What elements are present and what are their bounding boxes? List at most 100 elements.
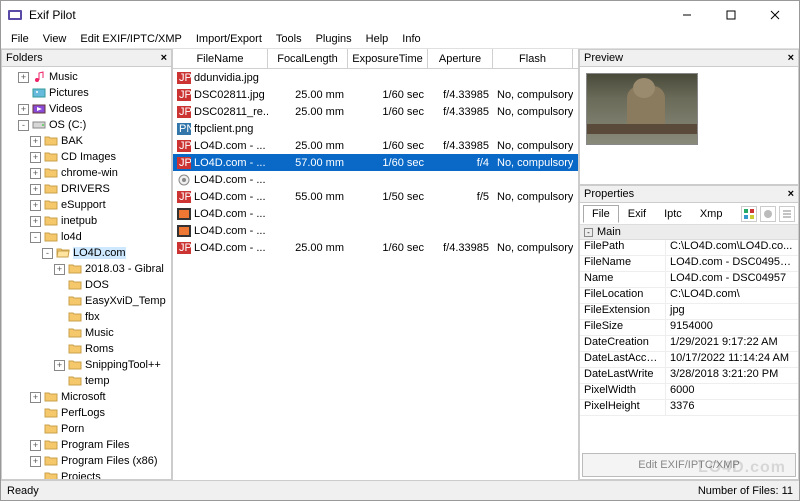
preview-close-icon[interactable]: ×: [788, 52, 794, 64]
tree-toggle-icon[interactable]: +: [30, 216, 41, 227]
tree-toggle-icon[interactable]: -: [30, 232, 41, 243]
properties-close-icon[interactable]: ×: [788, 188, 794, 200]
tree-node[interactable]: DOS: [2, 277, 171, 293]
tree-node[interactable]: Roms: [2, 341, 171, 357]
tree-label: CD Images: [61, 151, 116, 163]
tree-node[interactable]: +chrome-win: [2, 165, 171, 181]
menu-edit-exif[interactable]: Edit EXIF/IPTC/XMP: [74, 31, 187, 47]
tree-node[interactable]: Music: [2, 325, 171, 341]
tree-toggle-icon[interactable]: +: [54, 264, 65, 275]
menu-help[interactable]: Help: [360, 31, 395, 47]
tree-node[interactable]: EasyXviD_Temp: [2, 293, 171, 309]
file-row[interactable]: JPGDSC02811_re...25.00 mm1/60 secf/4.339…: [173, 103, 578, 120]
property-row[interactable]: DateLastAccess10/17/2022 11:14:24 AM: [580, 352, 798, 368]
menu-view[interactable]: View: [37, 31, 73, 47]
folders-close-icon[interactable]: ×: [161, 52, 167, 64]
tree-toggle-icon[interactable]: +: [30, 440, 41, 451]
view-circle-icon[interactable]: [760, 206, 776, 222]
column-focallength[interactable]: FocalLength: [268, 49, 348, 68]
file-row[interactable]: JPGLO4D.com - ...25.00 mm1/60 secf/4.339…: [173, 137, 578, 154]
file-row[interactable]: LO4D.com - ...: [173, 222, 578, 239]
property-row[interactable]: FileExtensionjpg: [580, 304, 798, 320]
file-row[interactable]: JPGLO4D.com - ...55.00 mm1/50 secf/5No, …: [173, 188, 578, 205]
tree-toggle-icon[interactable]: +: [54, 360, 65, 371]
tree-node[interactable]: +Microsoft: [2, 389, 171, 405]
tree-node[interactable]: +eSupport: [2, 197, 171, 213]
property-row[interactable]: DateCreation1/29/2021 9:17:22 AM: [580, 336, 798, 352]
column-aperture[interactable]: Aperture: [428, 49, 493, 68]
file-row[interactable]: JPGddunvidia.jpg: [173, 69, 578, 86]
property-row[interactable]: PixelWidth6000: [580, 384, 798, 400]
folder-tree[interactable]: +MusicPictures+Videos-OS (C:)+BAK+CD Ima…: [1, 67, 172, 480]
maximize-button[interactable]: [709, 1, 753, 29]
property-row[interactable]: FileSize9154000: [580, 320, 798, 336]
tree-toggle-icon[interactable]: -: [18, 120, 29, 131]
tree-node[interactable]: + CD Images: [2, 149, 171, 165]
file-row[interactable]: LO4D.com - ...: [173, 171, 578, 188]
tree-toggle-icon[interactable]: +: [30, 152, 41, 163]
folders-title: Folders: [6, 52, 43, 64]
tree-toggle-icon[interactable]: +: [30, 168, 41, 179]
property-key: FileExtension: [580, 304, 666, 319]
tree-toggle-icon[interactable]: -: [42, 248, 53, 259]
tree-toggle-icon[interactable]: +: [30, 136, 41, 147]
tree-toggle-icon[interactable]: +: [30, 200, 41, 211]
menu-info[interactable]: Info: [396, 31, 426, 47]
column-exposuretime[interactable]: ExposureTime: [348, 49, 428, 68]
view-list-icon[interactable]: [779, 206, 795, 222]
column-flash[interactable]: Flash: [493, 49, 573, 68]
property-row[interactable]: FileNameLO4D.com - DSC04957.j...: [580, 256, 798, 272]
property-row[interactable]: NameLO4D.com - DSC04957: [580, 272, 798, 288]
tree-node[interactable]: -LO4D.com: [2, 245, 171, 261]
tree-node[interactable]: +Videos: [2, 101, 171, 117]
tree-node[interactable]: +Music: [2, 69, 171, 85]
tab-xmp[interactable]: Xmp: [691, 205, 732, 223]
menu-import-export[interactable]: Import/Export: [190, 31, 268, 47]
tree-node[interactable]: -OS (C:): [2, 117, 171, 133]
property-row[interactable]: PixelHeight3376: [580, 400, 798, 416]
tree-toggle-icon[interactable]: +: [30, 392, 41, 403]
menu-tools[interactable]: Tools: [270, 31, 308, 47]
file-row[interactable]: JPGLO4D.com - ...57.00 mm1/60 secf/4No, …: [173, 154, 578, 171]
property-key: DateCreation: [580, 336, 666, 351]
property-section-main[interactable]: - Main: [580, 225, 798, 240]
tree-node[interactable]: +DRIVERS: [2, 181, 171, 197]
close-button[interactable]: [753, 1, 797, 29]
tree-toggle-icon[interactable]: +: [30, 184, 41, 195]
tree-node[interactable]: Pictures: [2, 85, 171, 101]
property-row[interactable]: FileLocationC:\LO4D.com\: [580, 288, 798, 304]
tree-node[interactable]: Porn: [2, 421, 171, 437]
menu-plugins[interactable]: Plugins: [310, 31, 358, 47]
tree-node[interactable]: +Program Files: [2, 437, 171, 453]
edit-exif-button[interactable]: Edit EXIF/IPTC/XMP: [582, 453, 796, 477]
tab-file[interactable]: File: [583, 205, 619, 223]
tree-node[interactable]: +Program Files (x86): [2, 453, 171, 469]
tree-toggle-icon[interactable]: +: [18, 72, 29, 83]
tree-node[interactable]: -lo4d: [2, 229, 171, 245]
property-row[interactable]: FilePathC:\LO4D.com\LO4D.co...: [580, 240, 798, 256]
file-row[interactable]: JPGDSC02811.jpg25.00 mm1/60 secf/4.33985…: [173, 86, 578, 103]
view-grid-icon[interactable]: [741, 206, 757, 222]
collapse-icon[interactable]: -: [584, 228, 593, 237]
tree-node[interactable]: +2018.03 - Gibral: [2, 261, 171, 277]
tree-node[interactable]: Projects: [2, 469, 171, 480]
property-row[interactable]: DateLastWrite3/28/2018 3:21:20 PM: [580, 368, 798, 384]
column-filename[interactable]: FileName: [173, 49, 268, 68]
tree-node[interactable]: PerfLogs: [2, 405, 171, 421]
file-row[interactable]: PNGftpclient.png: [173, 120, 578, 137]
tree-node[interactable]: fbx: [2, 309, 171, 325]
file-row[interactable]: JPGLO4D.com - ...25.00 mm1/60 secf/4.339…: [173, 239, 578, 256]
tree-toggle-icon[interactable]: +: [18, 104, 29, 115]
tree-node[interactable]: +SnippingTool++: [2, 357, 171, 373]
tree-node[interactable]: +BAK: [2, 133, 171, 149]
minimize-button[interactable]: [665, 1, 709, 29]
tree-node[interactable]: temp: [2, 373, 171, 389]
tree-toggle-icon[interactable]: +: [30, 456, 41, 467]
menu-file[interactable]: File: [5, 31, 35, 47]
file-row[interactable]: LO4D.com - ...: [173, 205, 578, 222]
grid-body[interactable]: JPGddunvidia.jpgJPGDSC02811.jpg25.00 mm1…: [173, 69, 578, 480]
tab-iptc[interactable]: Iptc: [655, 205, 691, 223]
grid-header[interactable]: FileNameFocalLengthExposureTimeApertureF…: [173, 49, 578, 69]
tab-exif[interactable]: Exif: [619, 205, 655, 223]
tree-node[interactable]: +inetpub: [2, 213, 171, 229]
